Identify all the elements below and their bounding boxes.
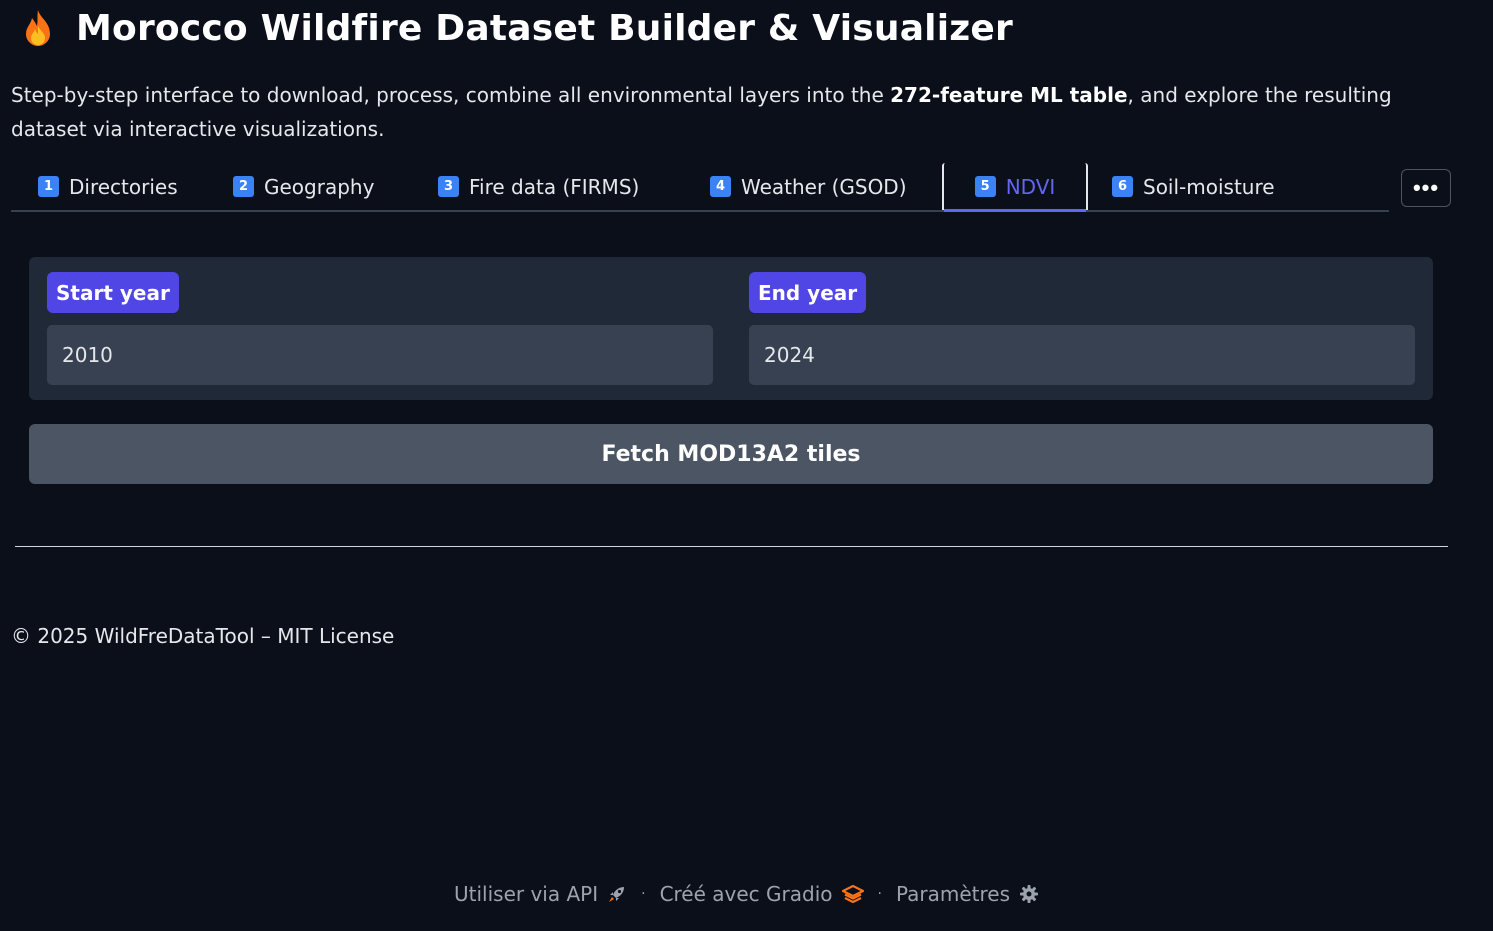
tab-number-badge: 2 — [233, 176, 254, 197]
tab-fire-data[interactable]: 3 Fire data (FIRMS) — [438, 163, 639, 210]
gradio-logo-icon — [841, 885, 864, 903]
gear-icon — [1020, 885, 1038, 903]
end-year-input[interactable] — [749, 325, 1415, 385]
tab-label: Geography — [264, 174, 375, 199]
app-page: Morocco Wildfire Dataset Builder & Visua… — [0, 0, 1493, 931]
description-highlight: 272-feature ML table — [890, 83, 1128, 107]
tab-number-badge: 4 — [710, 176, 731, 197]
start-year-input[interactable] — [47, 325, 713, 385]
settings-link[interactable]: Paramètres — [896, 882, 1039, 906]
tab-label: Soil-moisture — [1143, 174, 1275, 199]
tab-number-badge: 5 — [974, 176, 996, 197]
footer-separator: · — [877, 886, 882, 902]
fetch-tiles-button[interactable]: Fetch MOD13A2 tiles — [29, 424, 1433, 484]
settings-link-label: Paramètres — [895, 882, 1010, 906]
start-year-label: Start year — [47, 272, 179, 313]
tab-number-badge: 6 — [1112, 176, 1133, 197]
copyright-text: © 2025 WildFreDataTool – MIT License — [11, 624, 395, 648]
tab-bar: 1 Directories 2 Geography 3 Fire data (F… — [11, 163, 1389, 212]
gradio-link-label: Créé avec Gradio — [659, 882, 833, 906]
tab-geography[interactable]: 2 Geography — [233, 163, 374, 210]
tab-number-badge: 1 — [38, 176, 59, 197]
tab-weather[interactable]: 4 Weather (GSOD) — [710, 163, 907, 210]
gradio-link[interactable]: Créé avec Gradio — [660, 882, 864, 906]
tab-label: Fire data (FIRMS) — [469, 174, 640, 199]
end-year-label: End year — [749, 272, 867, 313]
api-link-label: Utiliser via API — [454, 882, 599, 906]
fire-icon — [26, 10, 50, 46]
tab-number-badge: 3 — [438, 176, 459, 197]
rocket-icon — [609, 887, 625, 902]
page-title: Morocco Wildfire Dataset Builder & Visua… — [76, 7, 1013, 49]
tab-directories[interactable]: 1 Directories — [38, 163, 178, 210]
api-link[interactable]: Utiliser via API — [454, 882, 627, 906]
footer: Utiliser via API · Créé avec Gradio · Pa… — [0, 878, 1493, 910]
tab-label: Weather (GSOD) — [741, 174, 907, 199]
tab-soil-moisture[interactable]: 6 Soil-moisture — [1112, 163, 1275, 210]
tab-label: Directories — [69, 174, 178, 199]
tab-label: NDVI — [1005, 174, 1056, 199]
divider — [15, 546, 1448, 547]
header: Morocco Wildfire Dataset Builder & Visua… — [18, 4, 1013, 52]
more-tabs-button[interactable]: ••• — [1401, 169, 1451, 207]
year-range-panel: Start year End year — [29, 257, 1433, 400]
description-text: Step-by-step interface to download, proc… — [11, 83, 891, 107]
tab-ndvi[interactable]: 5 NDVI — [942, 163, 1088, 212]
footer-separator: · — [641, 886, 646, 902]
page-description: Step-by-step interface to download, proc… — [11, 78, 1471, 146]
